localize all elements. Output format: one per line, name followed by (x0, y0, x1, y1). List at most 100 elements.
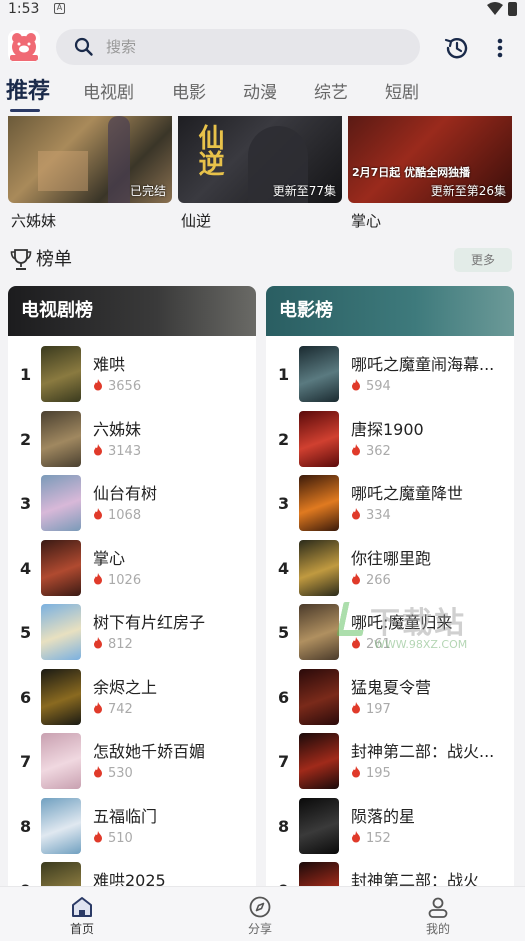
fire-icon (94, 379, 102, 391)
featured-poster-title: 仙逆 (194, 124, 224, 176)
movie-ranking-title: 电影榜 (279, 300, 333, 321)
rank-number: 6 (20, 687, 32, 707)
tab-tv[interactable]: 电视剧 (83, 82, 134, 104)
more-options-button[interactable] (490, 34, 510, 62)
search-icon (74, 37, 93, 56)
rank-number: 4 (20, 558, 32, 578)
rank-heat-value: 261 (366, 637, 391, 652)
rank-heat: 510 (93, 830, 133, 847)
rank-heat: 742 (93, 701, 133, 718)
rank-poster-thumbnail (299, 539, 339, 596)
rank-heat-value: 742 (108, 701, 133, 717)
rank-poster-thumbnail (41, 539, 81, 596)
history-button[interactable] (443, 34, 471, 62)
movie-ranking-item[interactable]: 2 唐探1900 362 (266, 410, 514, 469)
rank-poster-thumbnail (299, 797, 339, 854)
app-logo[interactable] (8, 30, 40, 62)
rank-title: 你往哪里跑 (351, 548, 432, 568)
nav-share[interactable]: 分享 (220, 895, 300, 937)
rank-poster-thumbnail (41, 604, 81, 660)
trophy-icon (10, 249, 32, 270)
rankings-header: 榜单 更多 (0, 246, 525, 276)
featured-title: 仙逆 (181, 212, 212, 230)
featured-badge: 更新至第26集 (430, 184, 506, 198)
tv-ranking-item[interactable]: 2 六姊妹 3143 (8, 410, 256, 469)
rank-title: 怎敌她千娇百媚 (93, 742, 206, 761)
featured-card[interactable]: 已完结 六姊妹 (8, 116, 172, 231)
rank-number: 8 (278, 816, 290, 836)
rank-heat: 594 (351, 379, 391, 395)
movie-ranking-item[interactable]: 4 你往哪里跑 266 (266, 539, 514, 598)
rank-title: 哪吒之魔童降世 (351, 484, 464, 503)
fire-icon (94, 443, 102, 455)
rank-poster-thumbnail (41, 475, 81, 531)
rank-poster-thumbnail (299, 410, 339, 467)
movie-ranking-item[interactable]: 6 猛鬼夏令营 197 (266, 668, 514, 727)
tv-ranking-item[interactable]: 7 怎敌她千娇百媚 530 (8, 733, 256, 791)
fire-icon (352, 701, 360, 713)
rank-poster-thumbnail (41, 346, 81, 402)
search-bar[interactable]: 搜索 (56, 29, 420, 65)
rank-poster-thumbnail (299, 604, 339, 660)
battery-icon (508, 2, 517, 16)
rank-title: 哪吒:魔童归来 (351, 613, 453, 632)
tv-ranking-header: 电视剧榜 (8, 286, 256, 336)
rank-number: 7 (278, 752, 290, 771)
tv-ranking-item[interactable]: 8 五福临门 510 (8, 797, 256, 856)
rank-number: 8 (20, 816, 32, 836)
tv-ranking-item[interactable]: 6 余烬之上 742 (8, 668, 256, 727)
wifi-icon (487, 2, 503, 15)
rank-poster-thumbnail (299, 346, 339, 402)
featured-card[interactable]: 仙逆 更新至77集 仙逆 (178, 116, 342, 231)
featured-row: 已完结 六姊妹 仙逆 更新至77集 仙逆 2月7日起 优酷全网独播 更新至第26… (0, 116, 525, 241)
notification-icon: A (54, 3, 65, 14)
tv-ranking-item[interactable]: 1 难哄 3656 (8, 346, 256, 404)
tab-movie[interactable]: 电影 (172, 82, 206, 104)
tv-ranking-item[interactable]: 3 仙台有树 1068 (8, 475, 256, 533)
search-placeholder: 搜索 (106, 38, 137, 56)
tv-ranking-board: 电视剧榜 1 难哄 3656 2 六姊妹 3143 3 仙台有树 1068 4 掌心 1026 5 树下有… (8, 286, 256, 926)
featured-title: 六姊妹 (11, 212, 57, 230)
featured-poster: 2月7日起 优酷全网独播 更新至第26集 (348, 116, 512, 203)
tab-short-drama[interactable]: 短剧 (385, 82, 419, 104)
rank-number: 3 (278, 494, 290, 513)
rankings-title: 榜单 (36, 249, 72, 270)
tab-recommend[interactable]: 推荐 (6, 78, 50, 106)
movie-ranking-item[interactable]: 5 哪吒:魔童归来 261 (266, 604, 514, 662)
more-button[interactable]: 更多 (454, 248, 512, 272)
rank-heat: 266 (351, 572, 391, 589)
top-bar: 搜索 (0, 26, 525, 70)
tab-anime[interactable]: 动漫 (243, 82, 277, 104)
fire-icon (352, 508, 360, 520)
rank-number: 6 (278, 687, 290, 707)
tv-ranking-title: 电视剧榜 (21, 300, 93, 321)
nav-profile[interactable]: 我的 (398, 895, 478, 937)
rank-heat: 362 (351, 443, 391, 460)
tv-ranking-item[interactable]: 5 树下有片红房子 812 (8, 604, 256, 662)
movie-ranking-item[interactable]: 3 哪吒之魔童降世 334 (266, 475, 514, 533)
tab-variety[interactable]: 综艺 (314, 82, 348, 104)
nav-home-label: 首页 (69, 922, 94, 936)
fire-icon (94, 766, 102, 778)
rank-heat: 1026 (93, 572, 142, 589)
featured-poster: 仙逆 更新至77集 (178, 116, 342, 203)
movie-ranking-item[interactable]: 8 陨落的星 152 (266, 797, 514, 856)
rank-heat-value: 1068 (108, 508, 142, 523)
rank-heat-value: 1026 (108, 572, 142, 588)
rank-heat-value: 152 (366, 830, 391, 846)
rank-title: 余烬之上 (93, 677, 158, 697)
rank-heat: 195 (351, 766, 391, 782)
featured-card[interactable]: 2月7日起 优酷全网独播 更新至第26集 掌心 (348, 116, 512, 231)
nav-home[interactable]: 首页 (42, 895, 122, 937)
rank-title: 六姊妹 (93, 419, 142, 439)
movie-ranking-item[interactable]: 1 哪吒之魔童闹海幕... 594 (266, 346, 514, 404)
fire-icon (94, 701, 102, 713)
movie-ranking-item[interactable]: 7 封神第二部：战火... 195 (266, 733, 514, 791)
rank-title: 五福临门 (93, 806, 158, 826)
tv-ranking-item[interactable]: 4 掌心 1026 (8, 539, 256, 598)
user-icon (428, 897, 448, 918)
fire-icon (352, 830, 360, 842)
rank-poster-thumbnail (299, 475, 339, 531)
fire-icon (352, 379, 360, 391)
category-tabs: 推荐 电视剧 电影 动漫 综艺 短剧 (0, 74, 525, 114)
